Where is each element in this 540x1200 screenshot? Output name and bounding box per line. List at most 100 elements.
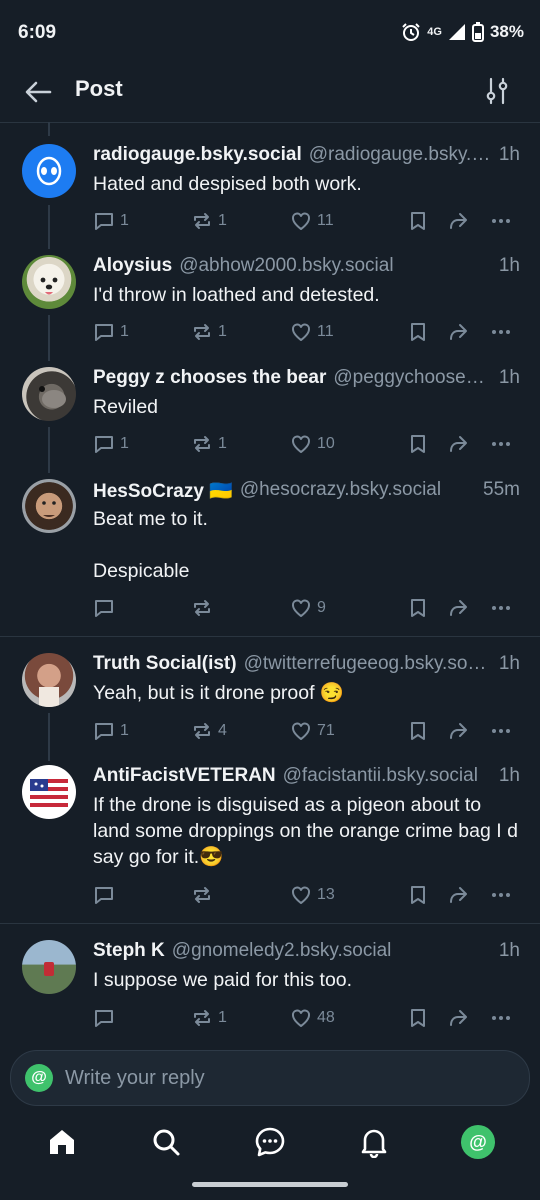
bookmark-button[interactable] [407, 319, 429, 345]
like-count: 71 [317, 722, 335, 739]
like-button[interactable]: 10 [290, 431, 335, 457]
share-button[interactable] [447, 319, 469, 345]
heart-icon [292, 435, 310, 453]
thread-divider [0, 923, 540, 924]
more-button[interactable] [490, 718, 512, 744]
author-name[interactable]: HesSoCrazy 🇺🇦 [93, 479, 233, 503]
back-arrow-icon[interactable] [22, 76, 54, 108]
author-name[interactable]: Steph K [93, 940, 165, 962]
bookmark-button[interactable] [407, 882, 429, 908]
author-handle[interactable]: @gnomeledy2.bsky.social [172, 940, 493, 962]
author-name[interactable]: Aloysius [93, 255, 172, 277]
reply-button[interactable]: 1 [93, 208, 129, 234]
reply-post[interactable]: AntiFacistVETERAN @facistantii.bsky.soci… [0, 763, 540, 913]
share-button[interactable] [447, 208, 469, 234]
author-name[interactable]: Peggy z chooses the bear [93, 367, 326, 389]
avatar[interactable] [22, 765, 76, 819]
avatar[interactable] [22, 653, 76, 707]
more-horizontal-icon [492, 893, 510, 897]
like-button[interactable]: 13 [290, 882, 335, 908]
repost-button[interactable]: 1 [191, 319, 227, 345]
battery-icon [471, 22, 484, 42]
bottom-navigation: @ [0, 1112, 540, 1174]
bookmark-icon [411, 886, 425, 904]
repost-button[interactable]: 1 [191, 431, 227, 457]
reply-button[interactable] [93, 595, 120, 621]
like-button[interactable]: 71 [290, 718, 335, 744]
reply-button[interactable] [93, 1005, 120, 1031]
heart-icon [292, 1009, 310, 1027]
bookmark-icon [411, 599, 425, 617]
reply-post[interactable]: Aloysius @abhow2000.bsky.social 1h I'd t… [0, 251, 540, 351]
reply-post[interactable]: Steph K @gnomeledy2.bsky.social 1h I sup… [0, 938, 540, 1038]
animal-photo-icon [39, 386, 66, 408]
author-name[interactable]: AntiFacistVETERAN [93, 765, 276, 787]
repost-button[interactable] [191, 595, 218, 621]
alien-icon [36, 156, 62, 186]
repost-button[interactable] [191, 882, 218, 908]
post-actions: 1 4 71 [93, 718, 523, 744]
sliders-icon[interactable] [484, 76, 510, 106]
author-name[interactable]: Truth Social(ist) [93, 653, 237, 675]
like-button[interactable]: 9 [290, 595, 326, 621]
avatar[interactable] [22, 255, 76, 309]
like-count: 13 [317, 886, 335, 903]
reply-button[interactable]: 1 [93, 718, 129, 744]
post-text: I'd throw in loathed and detested. [93, 284, 380, 306]
reply-composer[interactable]: @ Write your reply [10, 1050, 530, 1106]
tab-notifications[interactable] [354, 1122, 394, 1162]
share-button[interactable] [447, 1005, 469, 1031]
repost-icon [194, 213, 210, 229]
author-handle[interactable]: @facistantii.bsky.social [283, 765, 493, 787]
repost-button[interactable]: 1 [191, 208, 227, 234]
avatar[interactable] [22, 367, 76, 421]
author-name[interactable]: radiogauge.bsky.social [93, 144, 302, 166]
reply-button[interactable]: 1 [93, 319, 129, 345]
comment-icon [95, 887, 113, 904]
reply-button[interactable]: 1 [93, 431, 129, 457]
more-button[interactable] [490, 431, 512, 457]
tab-chat[interactable] [250, 1122, 290, 1162]
share-button[interactable] [447, 595, 469, 621]
bookmark-button[interactable] [407, 1005, 429, 1031]
avatar[interactable] [22, 144, 76, 198]
tab-profile[interactable]: @ [458, 1122, 498, 1162]
bookmark-button[interactable] [407, 431, 429, 457]
bookmark-button[interactable] [407, 208, 429, 234]
author-handle[interactable]: @twitterrefugeeog.bsky.social [244, 653, 493, 675]
more-button[interactable] [490, 882, 512, 908]
reply-post[interactable]: Truth Social(ist) @twitterrefugeeog.bsky… [0, 651, 540, 751]
more-button[interactable] [490, 208, 512, 234]
reply-post[interactable]: radiogauge.bsky.social @radiogauge.bsky.… [0, 140, 540, 240]
share-icon [450, 600, 467, 616]
alarm-icon [402, 23, 420, 41]
repost-icon [194, 887, 210, 903]
tab-home[interactable] [42, 1122, 82, 1162]
bookmark-button[interactable] [407, 595, 429, 621]
more-button[interactable] [490, 595, 512, 621]
like-button[interactable]: 48 [290, 1005, 335, 1031]
reply-button[interactable] [93, 882, 120, 908]
share-button[interactable] [447, 431, 469, 457]
share-button[interactable] [447, 718, 469, 744]
more-button[interactable] [490, 319, 512, 345]
author-handle[interactable]: @hesocrazy.bsky.social [240, 479, 477, 503]
repost-button[interactable]: 4 [191, 718, 227, 744]
author-handle[interactable]: @peggychooses.bsky.social [333, 367, 493, 389]
repost-icon [194, 723, 210, 739]
author-handle[interactable]: @radiogauge.bsky.social [309, 144, 493, 166]
avatar[interactable] [22, 479, 76, 533]
author-handle[interactable]: @abhow2000.bsky.social [179, 255, 493, 277]
bookmark-button[interactable] [407, 718, 429, 744]
bookmark-icon [411, 722, 425, 740]
reply-input-placeholder[interactable]: Write your reply [65, 1067, 205, 1090]
repost-button[interactable]: 1 [191, 1005, 227, 1031]
share-button[interactable] [447, 882, 469, 908]
like-button[interactable]: 11 [290, 319, 334, 345]
like-button[interactable]: 11 [290, 208, 334, 234]
more-button[interactable] [490, 1005, 512, 1031]
avatar[interactable] [22, 940, 76, 994]
tab-search[interactable] [146, 1122, 186, 1162]
reply-post[interactable]: HesSoCrazy 🇺🇦 @hesocrazy.bsky.social 55m… [0, 475, 540, 625]
reply-post[interactable]: Peggy z chooses the bear @peggychooses.b… [0, 363, 540, 463]
